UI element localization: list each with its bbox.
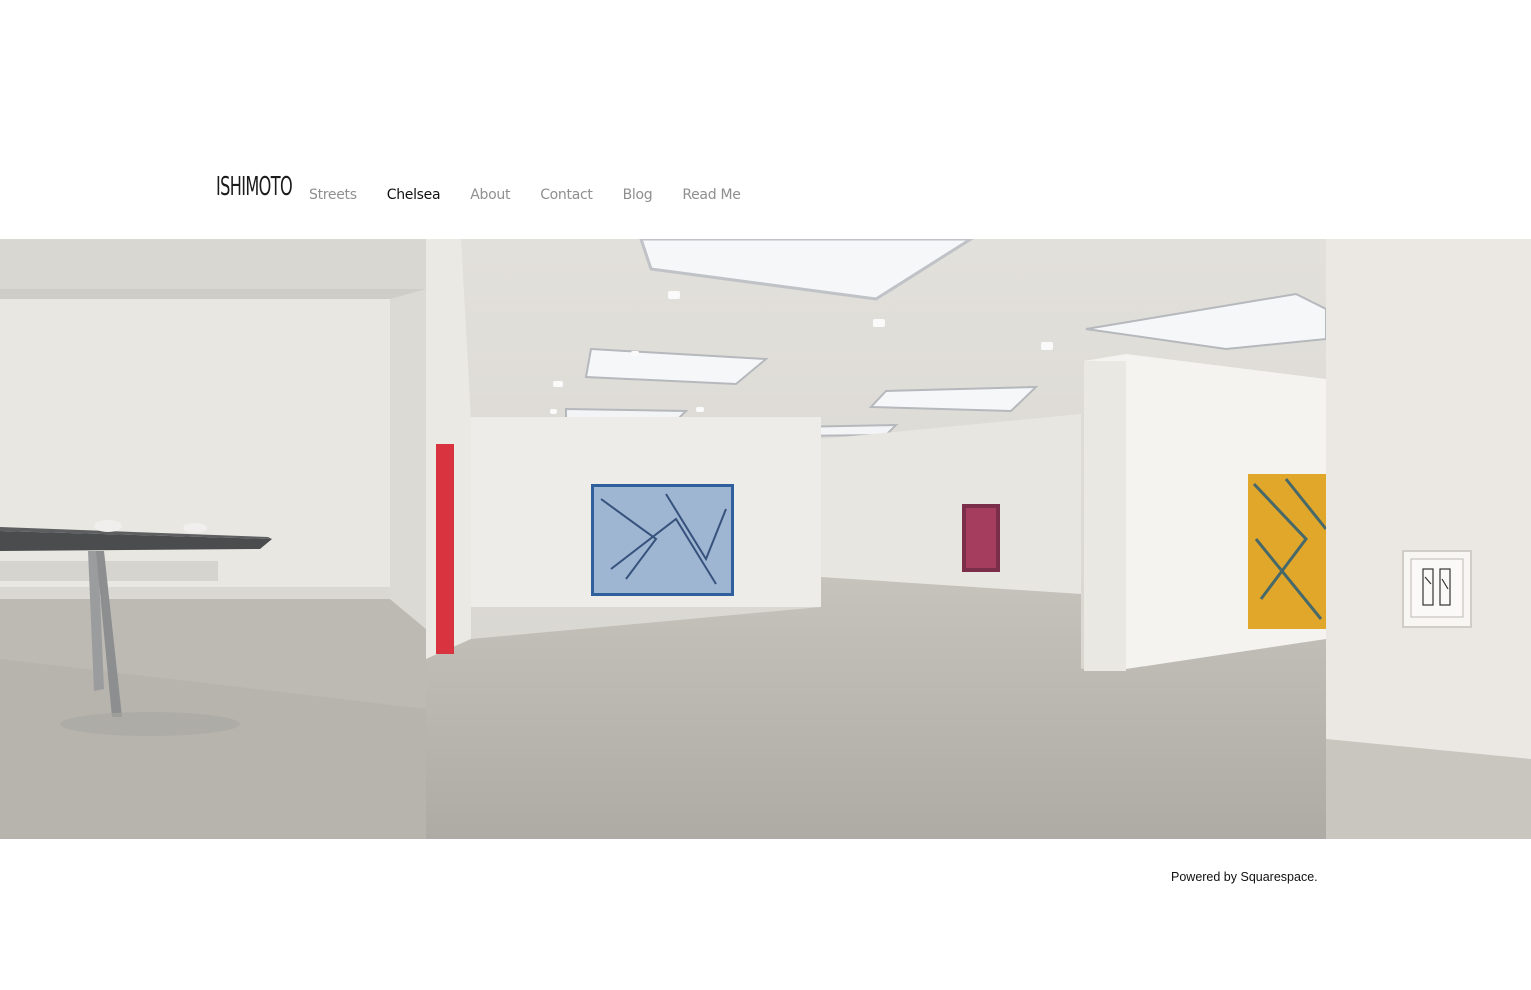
powered-by-footer[interactable]: Powered by Squarespace. [1171, 870, 1318, 884]
gallery-slide-drawing[interactable] [1326, 239, 1531, 839]
nav-item-about[interactable]: About [470, 187, 510, 203]
gallery-slide-main-room[interactable] [426, 239, 1326, 839]
gallery-photo-drawing [1326, 239, 1531, 839]
nav-item-blog[interactable]: Blog [623, 187, 653, 203]
nav-item-read-me[interactable]: Read Me [682, 187, 741, 203]
gallery-slide-table[interactable] [0, 239, 426, 839]
painting-red [436, 444, 454, 654]
nav-item-streets[interactable]: Streets [309, 187, 357, 203]
gallery-photo-table [0, 239, 426, 839]
nav-item-chelsea[interactable]: Chelsea [387, 187, 441, 203]
gallery-photo-main-room [426, 239, 1326, 839]
site-logo[interactable]: ISHIMOTO [216, 170, 293, 204]
image-gallery[interactable] [0, 239, 1531, 839]
main-nav: Streets Chelsea About Contact Blog Read … [309, 187, 771, 203]
nav-item-contact[interactable]: Contact [540, 187, 593, 203]
